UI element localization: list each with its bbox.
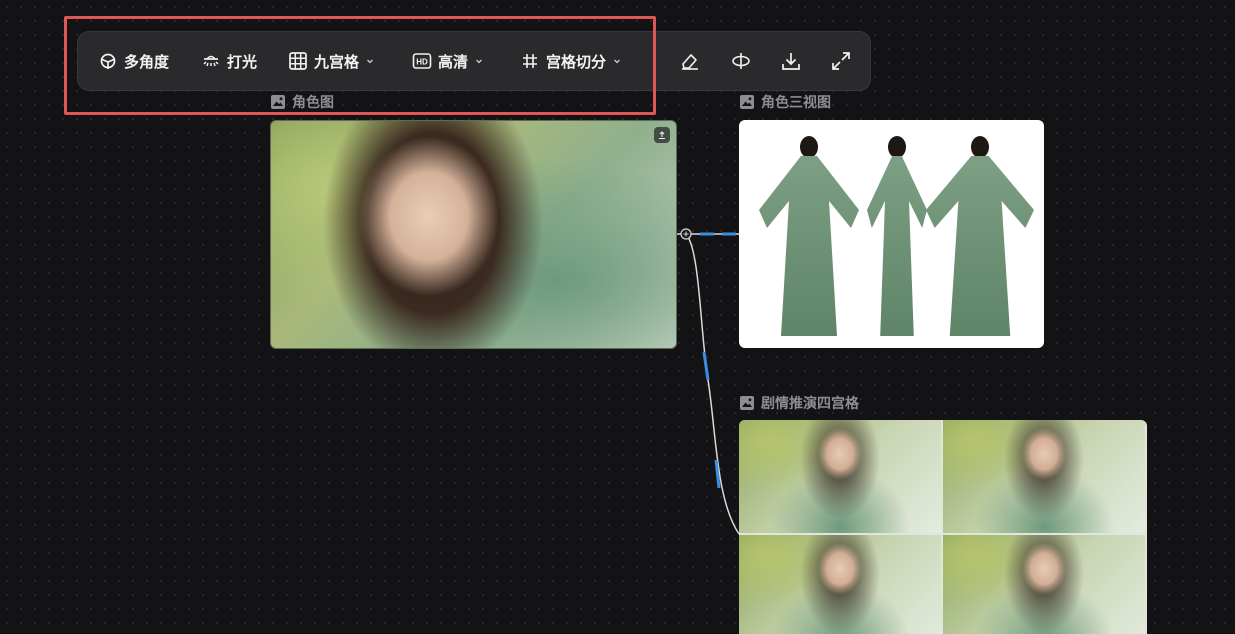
hd-icon: HD xyxy=(412,51,432,71)
nine-grid-dropdown[interactable]: 九宫格 xyxy=(288,32,375,90)
eraser-button[interactable] xyxy=(678,49,702,73)
download-button[interactable] xyxy=(779,49,803,73)
grid-cell xyxy=(739,420,941,533)
flip-icon xyxy=(732,53,750,69)
canvas[interactable]: 多角度 打光 九宫格 HD 高清 宫格切分 角色图 角色三视图 剧情推演四宫格 xyxy=(0,0,1235,634)
grid-split-dropdown[interactable]: 宫格切分 xyxy=(520,32,622,90)
chevron-down-icon xyxy=(474,56,484,66)
download-icon xyxy=(782,53,800,70)
nine-grid-label: 九宫格 xyxy=(314,52,360,71)
hd-dropdown[interactable]: HD 高清 xyxy=(412,32,484,90)
character-image-node[interactable] xyxy=(270,120,677,349)
lighting-label: 打光 xyxy=(227,52,258,71)
character-figure-front xyxy=(759,136,859,336)
image-icon xyxy=(740,396,754,410)
hd-badge-text: HD xyxy=(416,58,428,67)
chevron-down-icon xyxy=(612,56,622,66)
hash-icon xyxy=(520,51,540,71)
image-icon xyxy=(271,95,285,109)
image-icon xyxy=(740,95,754,109)
node-label-three-view: 角色三视图 xyxy=(739,92,831,112)
upload-icon xyxy=(659,131,665,140)
lighting-icon xyxy=(201,51,221,71)
multi-angle-icon xyxy=(98,51,118,71)
multi-angle-button[interactable]: 多角度 xyxy=(98,32,169,90)
image-toolbar: 多角度 打光 九宫格 HD 高清 宫格切分 xyxy=(77,31,871,91)
eraser-icon xyxy=(682,54,698,70)
upload-button[interactable] xyxy=(654,127,670,143)
multi-angle-label: 多角度 xyxy=(124,52,170,71)
node-label-main: 角色图 xyxy=(270,92,334,112)
three-view-image-node[interactable] xyxy=(739,120,1044,348)
lighting-button[interactable]: 打光 xyxy=(201,32,257,90)
hd-label: 高清 xyxy=(438,52,469,71)
character-figure-side xyxy=(867,136,927,336)
chevron-down-icon xyxy=(365,56,375,66)
character-figure-back xyxy=(926,136,1034,336)
grid-icon xyxy=(288,51,308,71)
grid-cell xyxy=(739,535,941,634)
node-label-four-grid: 剧情推演四宫格 xyxy=(739,393,859,413)
grid-cell xyxy=(943,420,1145,533)
flip-button[interactable] xyxy=(729,49,753,73)
expand-button[interactable] xyxy=(829,49,853,73)
expand-icon xyxy=(832,52,850,70)
grid-cell xyxy=(943,535,1145,634)
four-grid-image-node[interactable] xyxy=(739,420,1147,634)
grid-split-label: 宫格切分 xyxy=(546,52,607,71)
